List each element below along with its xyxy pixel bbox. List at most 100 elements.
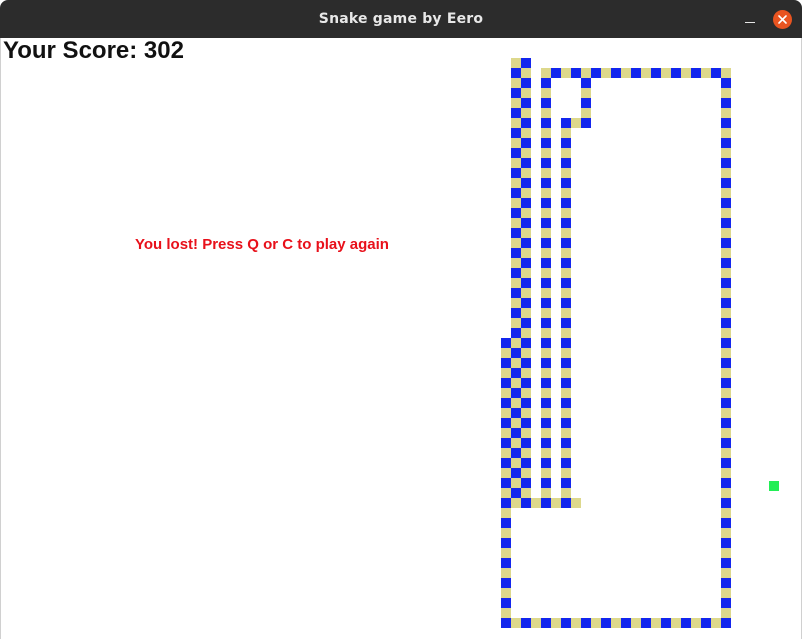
snake-segment (561, 128, 571, 138)
snake-segment (511, 198, 521, 208)
snake-segment (551, 68, 561, 78)
snake-segment (561, 258, 571, 268)
snake-segment (501, 608, 511, 618)
title-bar[interactable]: Snake game by Eero (0, 0, 802, 38)
snake-segment (511, 458, 521, 468)
snake-segment (501, 378, 511, 388)
snake-segment (561, 248, 571, 258)
snake-segment (541, 368, 551, 378)
snake-segment (511, 98, 521, 108)
snake-segment (721, 538, 731, 548)
snake-segment (661, 618, 671, 628)
snake-segment (521, 58, 531, 68)
snake-segment (541, 108, 551, 118)
snake-segment (541, 78, 551, 88)
snake-segment (511, 138, 521, 148)
snake-segment (511, 488, 521, 498)
snake-segment (521, 248, 531, 258)
snake-segment (501, 588, 511, 598)
snake-segment (521, 238, 531, 248)
close-button[interactable] (773, 10, 792, 29)
game-board (501, 58, 779, 628)
snake-segment (541, 488, 551, 498)
snake-segment (721, 428, 731, 438)
snake-segment (511, 478, 521, 488)
snake-segment (721, 258, 731, 268)
snake-segment (521, 138, 531, 148)
snake-segment (561, 228, 571, 238)
minimize-icon (745, 21, 755, 23)
snake-segment (511, 228, 521, 238)
snake-segment (521, 458, 531, 468)
snake-segment (511, 268, 521, 278)
snake-segment (721, 318, 731, 328)
snake-segment (721, 448, 731, 458)
snake-segment (721, 208, 731, 218)
snake-segment (511, 108, 521, 118)
snake-segment (541, 498, 551, 508)
snake-segment (521, 228, 531, 238)
snake-segment (541, 218, 551, 228)
snake-segment (501, 408, 511, 418)
snake-segment (721, 188, 731, 198)
snake-segment (721, 598, 731, 608)
snake-segment (561, 138, 571, 148)
snake-segment (511, 468, 521, 478)
snake-segment (511, 58, 521, 68)
snake-segment (721, 238, 731, 248)
snake-segment (521, 188, 531, 198)
snake-segment (701, 68, 711, 78)
snake-segment (501, 428, 511, 438)
snake-segment (631, 68, 641, 78)
snake-segment (561, 478, 571, 488)
game-canvas[interactable]: Your Score: 302 You lost! Press Q or C t… (0, 37, 802, 639)
snake-segment (501, 468, 511, 478)
snake-segment (571, 618, 581, 628)
snake-segment (541, 88, 551, 98)
snake-segment (721, 418, 731, 428)
snake-segment (531, 498, 541, 508)
snake-segment (541, 478, 551, 488)
snake-segment (521, 428, 531, 438)
minimize-button[interactable] (742, 11, 758, 27)
snake-segment (561, 168, 571, 178)
snake-segment (511, 148, 521, 158)
snake-segment (521, 438, 531, 448)
snake-segment (581, 118, 591, 128)
snake-segment (501, 388, 511, 398)
snake-segment (511, 68, 521, 78)
snake-segment (521, 308, 531, 318)
snake-segment (521, 318, 531, 328)
snake-segment (501, 418, 511, 428)
window-title: Snake game by Eero (318, 11, 484, 27)
snake-segment (521, 408, 531, 418)
snake-segment (541, 98, 551, 108)
snake-segment (521, 258, 531, 268)
snake-segment (521, 178, 531, 188)
snake-segment (541, 178, 551, 188)
snake-segment (561, 118, 571, 128)
snake-segment (541, 358, 551, 368)
snake-segment (521, 328, 531, 338)
snake-segment (691, 68, 701, 78)
snake-segment (561, 448, 571, 458)
snake-segment (541, 168, 551, 178)
snake-segment (561, 238, 571, 248)
snake-segment (501, 338, 511, 348)
snake-segment (541, 248, 551, 258)
snake-segment (561, 318, 571, 328)
snake-segment (561, 278, 571, 288)
snake-segment (511, 298, 521, 308)
snake-segment (521, 478, 531, 488)
snake-segment (511, 288, 521, 298)
snake-segment (541, 398, 551, 408)
snake-segment (641, 618, 651, 628)
snake-segment (501, 398, 511, 408)
snake-segment (541, 308, 551, 318)
snake-segment (521, 618, 531, 628)
snake-segment (691, 618, 701, 628)
snake-segment (721, 368, 731, 378)
snake-segment (541, 208, 551, 218)
snake-segment (511, 278, 521, 288)
snake-segment (641, 68, 651, 78)
